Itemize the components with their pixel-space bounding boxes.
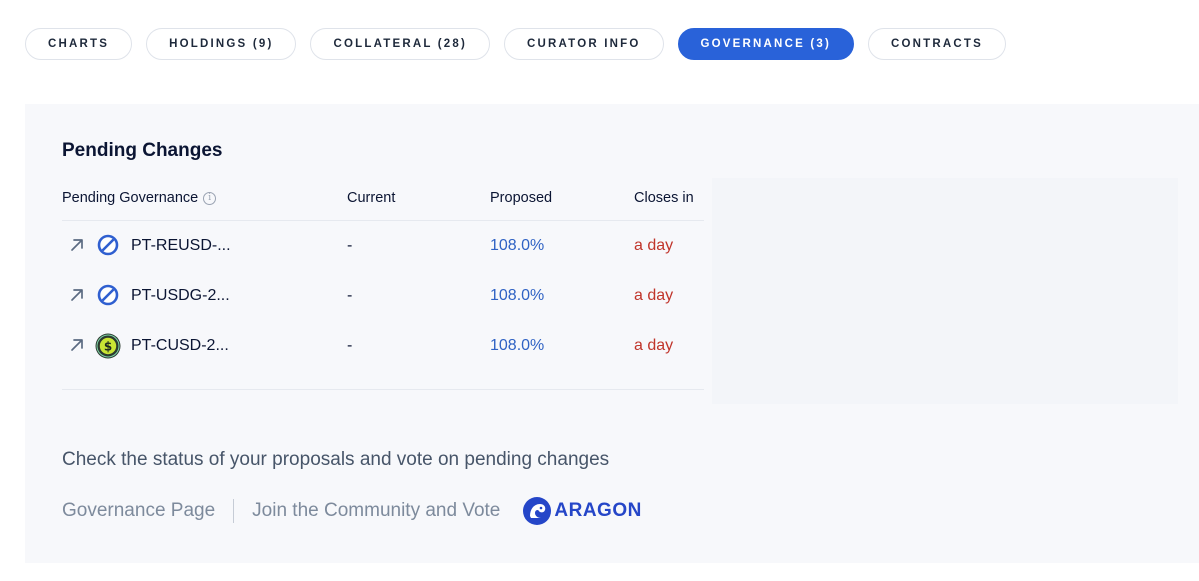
info-icon[interactable]: i xyxy=(203,191,217,205)
column-header-label: Pending Governance xyxy=(62,190,199,206)
aragon-logo-icon xyxy=(523,497,552,525)
aragon-link[interactable]: ARAGON xyxy=(522,496,641,526)
governance-links: Governance Page Join the Community and V… xyxy=(62,494,642,528)
column-header-current: Current xyxy=(347,190,396,206)
header-divider xyxy=(62,220,704,221)
closes-in-value: a day xyxy=(634,237,674,254)
tab-bar: CHARTS HOLDINGS (9) COLLATERAL (28) CURA… xyxy=(25,28,1006,60)
svg-text:$: $ xyxy=(104,339,112,353)
column-header-closes-in: Closes in xyxy=(634,190,694,206)
current-value: - xyxy=(347,237,353,254)
proposed-value: 108.0% xyxy=(490,237,545,254)
tab-curator-info[interactable]: CURATOR INFO xyxy=(504,28,664,60)
table-bottom-divider xyxy=(62,389,704,390)
current-value: - xyxy=(347,287,353,304)
arrow-up-right-icon[interactable] xyxy=(68,336,86,354)
arrow-up-right-icon[interactable] xyxy=(68,236,86,254)
side-area xyxy=(712,178,1178,404)
closes-in-value: a day xyxy=(634,337,674,354)
asset-name: PT-CUSD-2... xyxy=(131,337,229,354)
governance-cta-text: Check the status of your proposals and v… xyxy=(62,449,610,470)
tab-charts[interactable]: CHARTS xyxy=(25,28,133,60)
proposed-value: 108.0% xyxy=(490,287,545,304)
tab-collateral[interactable]: COLLATERAL (28) xyxy=(310,28,491,60)
community-vote-link[interactable]: Join the Community and Vote xyxy=(252,500,500,522)
asset-name: PT-USDG-2... xyxy=(131,287,230,304)
table-row[interactable]: PT-USDG-2... - 108.0% a day xyxy=(62,272,704,322)
link-divider xyxy=(233,499,235,523)
dollar-coin-icon: $ xyxy=(95,333,121,359)
tab-contracts[interactable]: CONTRACTS xyxy=(868,28,1006,60)
tab-governance[interactable]: GOVERNANCE (3) xyxy=(677,28,854,60)
column-header-proposed: Proposed xyxy=(490,190,553,206)
pending-changes-title: Pending Changes xyxy=(62,140,223,161)
current-value: - xyxy=(347,337,353,354)
proposed-value: 108.0% xyxy=(490,337,545,354)
governance-page-link[interactable]: Governance Page xyxy=(62,500,215,522)
blocked-circle-icon xyxy=(97,284,119,306)
closes-in-value: a day xyxy=(634,287,674,304)
aragon-label: ARAGON xyxy=(554,500,642,521)
column-header-pending-governance: Pending Governance i xyxy=(62,190,217,206)
tab-holdings[interactable]: HOLDINGS (9) xyxy=(146,28,297,60)
asset-name: PT-REUSD-... xyxy=(131,237,231,254)
arrow-up-right-icon[interactable] xyxy=(68,286,86,304)
blocked-circle-icon xyxy=(97,234,119,256)
table-row[interactable]: $ PT-CUSD-2... - 108.0% a day xyxy=(62,322,704,372)
table-row[interactable]: PT-REUSD-... - 108.0% a day xyxy=(62,222,704,272)
